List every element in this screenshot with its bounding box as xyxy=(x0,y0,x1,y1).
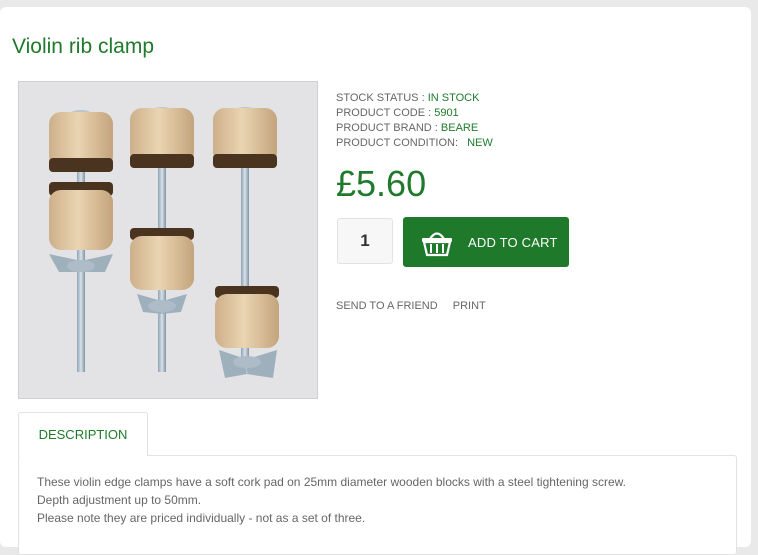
send-to-friend-link[interactable]: SEND TO A FRIEND xyxy=(336,300,438,312)
description-line: Depth adjustment up to 50mm. xyxy=(37,493,202,507)
product-card: Violin rib clamp STOCK STATUS: IN STOCK… xyxy=(0,7,751,555)
violin-rib-clamps-photo xyxy=(19,82,317,398)
tab-description[interactable]: DESCRIPTION xyxy=(18,412,148,456)
product-condition: PRODUCT CONDITION: NEW xyxy=(336,136,493,151)
add-to-cart-button[interactable]: ADD TO CART xyxy=(403,217,569,267)
product-price: £5.60 xyxy=(336,163,427,204)
stock-status-label: STOCK STATUS : xyxy=(336,92,428,104)
description-line: These violin edge clamps have a soft cor… xyxy=(37,475,626,489)
quantity-input[interactable]: 1 xyxy=(337,218,393,264)
print-link[interactable]: PRINT xyxy=(453,300,486,312)
product-condition-value: NEW xyxy=(467,137,493,149)
product-brand-value[interactable]: BEARE xyxy=(441,122,478,134)
product-code-value: 5901 xyxy=(434,107,459,119)
product-brand: PRODUCT BRAND : BEARE xyxy=(336,121,493,136)
stock-status: STOCK STATUS : IN STOCK xyxy=(336,91,493,106)
product-code: PRODUCT CODE : 5901 xyxy=(336,106,493,121)
description-line: Please note they are priced individually… xyxy=(37,511,366,525)
product-brand-label: PRODUCT BRAND : xyxy=(336,122,441,134)
product-condition-label: PRODUCT CONDITION: xyxy=(336,137,462,149)
product-image[interactable] xyxy=(18,81,318,399)
basket-icon xyxy=(420,226,454,258)
stock-status-value: IN STOCK xyxy=(427,92,480,104)
add-to-cart-label: ADD TO CART xyxy=(468,234,558,250)
product-code-label: PRODUCT CODE : xyxy=(336,107,435,119)
page-title: Violin rib clamp xyxy=(12,35,155,58)
description-panel: These violin edge clamps have a soft cor… xyxy=(18,455,737,555)
product-info: STOCK STATUS : IN STOCK PRODUCT CODE : 5… xyxy=(336,91,493,151)
product-actions: SEND TO A FRIEND PRINT xyxy=(336,300,498,312)
